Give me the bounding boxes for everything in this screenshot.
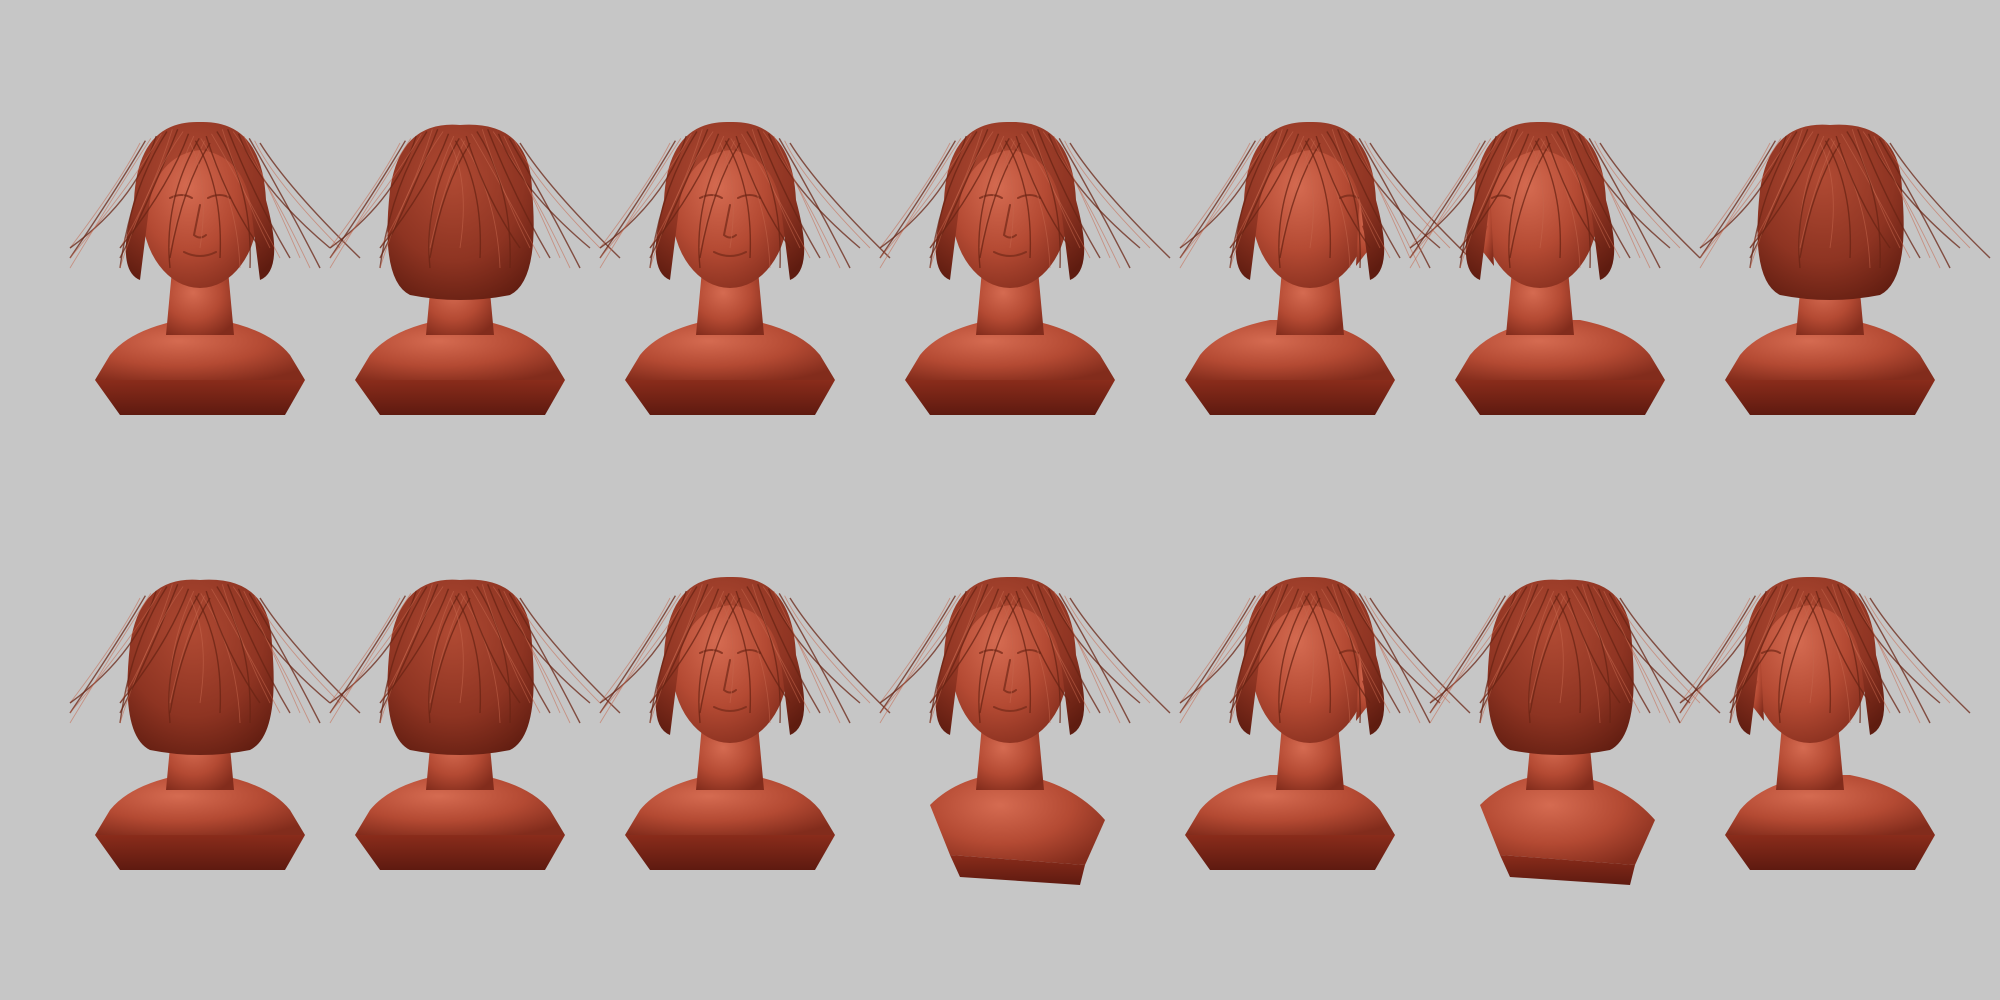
bust-render-three-quarter-down [879, 535, 1171, 895]
bust-render-back-right [69, 535, 361, 895]
bust-render-left-profile [1679, 535, 1971, 895]
bust-render-front-down [69, 80, 361, 440]
bust-render-right-profile [1160, 80, 1471, 440]
bust-render-back-right [1699, 80, 1991, 440]
bust-render-back-left [329, 80, 621, 440]
bust-render-left-three-quarter [1409, 80, 1701, 440]
bust-render-front-down [599, 535, 891, 895]
bust-render-back [329, 535, 621, 895]
bust-render-front [599, 80, 891, 440]
bust-render-front [879, 80, 1171, 440]
bust-render-right-profile [1160, 535, 1471, 895]
bust-render-back-left-low [1429, 535, 1721, 895]
render-stage [0, 0, 2000, 1000]
